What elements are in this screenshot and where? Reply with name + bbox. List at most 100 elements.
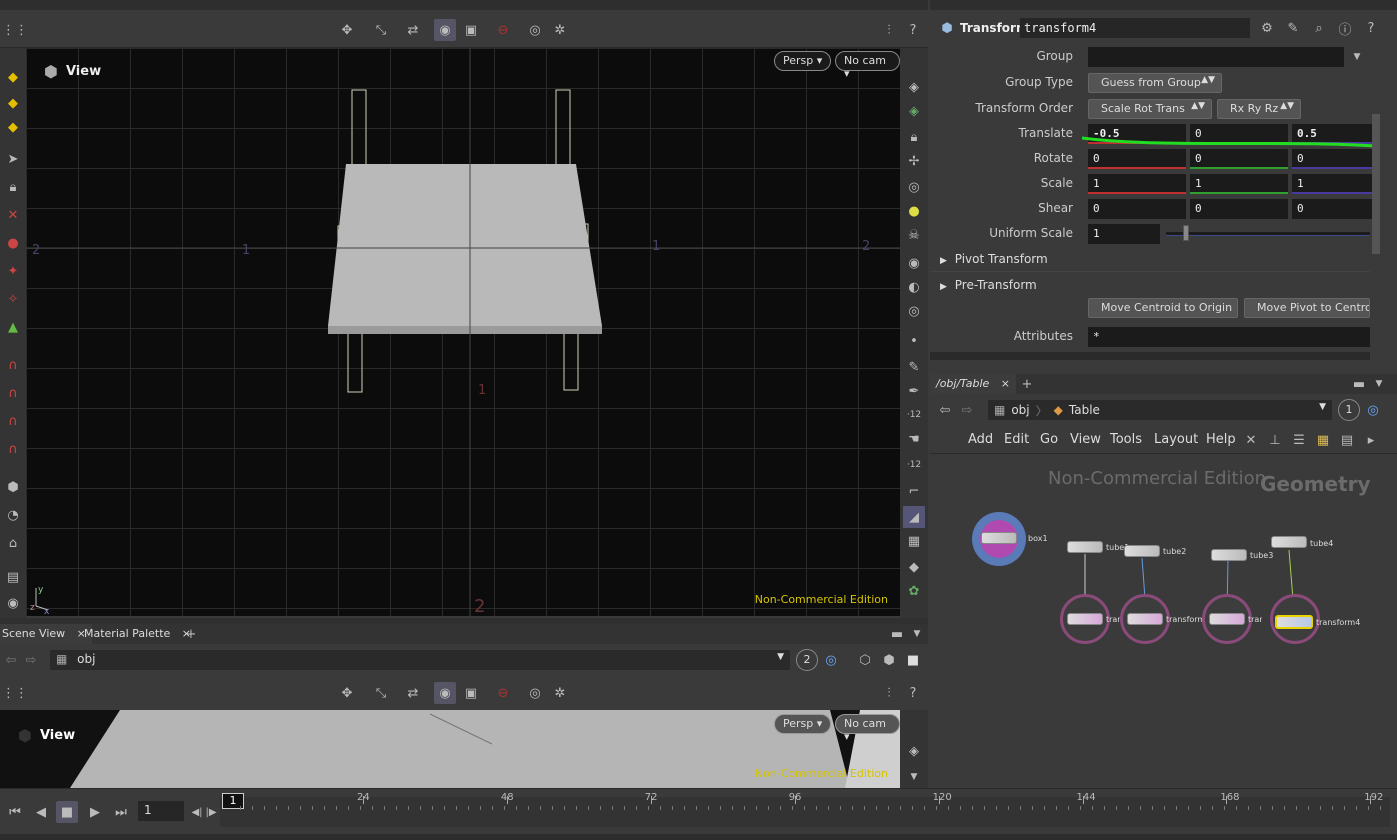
- camera-menu[interactable]: No cam ▾: [835, 714, 900, 743]
- network-canvas[interactable]: Non-Commercial Edition Geometry box1 tub…: [930, 454, 1397, 788]
- pre-transform-folder[interactable]: ▶ Pre-Transform: [940, 278, 1037, 292]
- home-view-icon[interactable]: ◎: [903, 176, 925, 198]
- display-options-icon[interactable]: ◉: [434, 682, 456, 704]
- pin-icon[interactable]: ◎: [820, 649, 842, 671]
- pane-menu-icon[interactable]: ⋮⋮: [2, 682, 28, 704]
- gear-icon[interactable]: ✲: [549, 19, 571, 41]
- scroll-down-icon[interactable]: ▼: [903, 766, 925, 788]
- gear-icon[interactable]: ✲: [549, 682, 571, 704]
- tree-icon[interactable]: ⊥: [1264, 429, 1286, 451]
- magnet-icon-1[interactable]: ∩: [2, 354, 24, 376]
- more-icon[interactable]: ▸: [1360, 429, 1382, 451]
- path-field[interactable]: ▦ obj ▼: [50, 650, 790, 670]
- display-icon-1[interactable]: ◈: [903, 740, 925, 762]
- move-pivot-button[interactable]: Move Pivot to Centroid: [1244, 298, 1370, 318]
- scale-tool-icon[interactable]: ⇄: [402, 19, 424, 41]
- snapshot-icon[interactable]: ◎: [524, 682, 546, 704]
- timeline-track[interactable]: [220, 797, 1390, 827]
- wrench-icon[interactable]: ✕: [1240, 429, 1262, 451]
- network-icon[interactable]: ⬡: [854, 649, 876, 671]
- stop-icon[interactable]: ■: [56, 801, 78, 823]
- ghost-icon[interactable]: ☠: [903, 224, 925, 246]
- tumble-icon[interactable]: ✢: [903, 150, 925, 172]
- bone-icon[interactable]: ✕: [2, 204, 24, 226]
- help-icon[interactable]: ?: [1360, 17, 1382, 39]
- param-scrollbar[interactable]: [1372, 114, 1380, 254]
- info-icon[interactable]: ⓘ: [1334, 17, 1356, 39]
- wireframe-icon[interactable]: ▣: [460, 19, 482, 41]
- close-icon[interactable]: ×: [1001, 377, 1010, 390]
- group-field[interactable]: [1088, 47, 1344, 67]
- camera-icon[interactable]: ⬢: [2, 476, 24, 498]
- brush-tool-icon[interactable]: ◆: [2, 92, 24, 114]
- tag-tool-icon[interactable]: ◆: [2, 116, 24, 138]
- checker-icon[interactable]: ▦: [903, 530, 925, 552]
- light-bulb-icon[interactable]: ●: [903, 200, 925, 222]
- play-icon[interactable]: ▶: [84, 801, 106, 823]
- frame-field[interactable]: 1: [138, 801, 184, 821]
- point-icon[interactable]: •: [903, 330, 925, 352]
- path-node[interactable]: Table: [1069, 403, 1100, 417]
- wireframe-icon[interactable]: ▣: [460, 682, 482, 704]
- rotate-tool-icon[interactable]: ⤡: [370, 682, 392, 704]
- square-icon[interactable]: ■: [902, 649, 924, 671]
- pointer-icon[interactable]: ➤: [2, 148, 24, 170]
- rotate-z-field[interactable]: 0: [1292, 149, 1372, 169]
- light-icon[interactable]: ⌂: [2, 532, 24, 554]
- search-icon[interactable]: ⌕: [1308, 17, 1330, 39]
- menu-go[interactable]: Go: [1040, 432, 1058, 447]
- node-name-field[interactable]: transform4: [1020, 18, 1250, 38]
- add-tab-icon[interactable]: +: [180, 623, 202, 645]
- gear-icon[interactable]: ⚙: [1256, 17, 1278, 39]
- jump-start-icon[interactable]: ⏮: [4, 801, 26, 823]
- lock-icon[interactable]: 🔒︎: [2, 176, 24, 198]
- edit-icon[interactable]: ✒: [903, 380, 925, 402]
- pivot-transform-folder[interactable]: ▶ Pivot Transform: [940, 252, 1048, 266]
- uniform-scale-thumb[interactable]: [1183, 225, 1190, 241]
- path-root[interactable]: obj: [1011, 403, 1029, 417]
- network-path-field[interactable]: ▦ obj 〉 ◆ Table ▼: [988, 400, 1332, 420]
- pin-icon[interactable]: ◎: [1362, 399, 1384, 421]
- select-tool-icon[interactable]: ◆: [2, 66, 24, 88]
- attributes-field[interactable]: *: [1088, 327, 1370, 347]
- bug-icon[interactable]: ✿: [903, 580, 925, 602]
- pane-layout-icon[interactable]: ▬: [886, 623, 908, 645]
- rotate-y-field[interactable]: 0: [1190, 149, 1288, 169]
- top-viewport[interactable]: ⬢ View Persp ▾ No cam ▾ 2 1 1 2 1 2 y z …: [26, 48, 900, 616]
- pane-menu-arrow-icon[interactable]: ▼: [1368, 373, 1390, 395]
- node-transform1[interactable]: [1067, 613, 1103, 625]
- scale-tool-icon[interactable]: ⇄: [402, 682, 424, 704]
- menu-add[interactable]: Add: [968, 432, 993, 447]
- scale-x-field[interactable]: 1: [1088, 174, 1186, 194]
- node-transform3[interactable]: [1209, 613, 1245, 625]
- help-icon[interactable]: ?: [902, 682, 924, 704]
- move-tool-icon[interactable]: ✥: [336, 19, 358, 41]
- transform-order-menu[interactable]: Scale Rot Trans ▲▼: [1088, 99, 1212, 119]
- list-icon[interactable]: ☰: [1288, 429, 1310, 451]
- rotate-tool-icon[interactable]: ⤡: [370, 19, 392, 41]
- move-centroid-button[interactable]: Move Centroid to Origin: [1088, 298, 1238, 318]
- back-icon[interactable]: ⇦: [934, 399, 956, 421]
- bottom-viewport[interactable]: ⬢ View Persp ▾ No cam ▾ Non-Commercial E…: [0, 710, 900, 788]
- num-icon-2[interactable]: ·12: [903, 454, 925, 476]
- group-type-menu[interactable]: Guess from Group ▲▼: [1088, 73, 1222, 93]
- param-hscroll[interactable]: [930, 352, 1370, 360]
- menu-layout[interactable]: Layout: [1154, 432, 1198, 447]
- scale-z-field[interactable]: 1: [1292, 174, 1372, 194]
- lock-view-icon[interactable]: 🔒︎: [903, 126, 925, 148]
- pose-icon[interactable]: ✧: [2, 288, 24, 310]
- forward-icon[interactable]: ⇨: [20, 649, 42, 671]
- pen-icon[interactable]: ✎: [903, 356, 925, 378]
- chevron-down-icon[interactable]: ▼: [777, 652, 784, 662]
- display-icon-2[interactable]: ◈: [903, 100, 925, 122]
- layers-icon[interactable]: ◆: [903, 556, 925, 578]
- align-icon[interactable]: ⫶: [878, 682, 900, 704]
- back-icon[interactable]: ⇦: [0, 649, 22, 671]
- handle-icon[interactable]: ◔: [2, 504, 24, 526]
- uniform-scale-slider[interactable]: [1166, 225, 1370, 241]
- display-icon-1[interactable]: ◈: [903, 76, 925, 98]
- skin-icon[interactable]: ●: [2, 232, 24, 254]
- menu-help[interactable]: Help: [1206, 432, 1236, 447]
- persp-menu[interactable]: Persp ▾: [774, 714, 832, 734]
- add-tab-icon[interactable]: +: [1016, 373, 1038, 395]
